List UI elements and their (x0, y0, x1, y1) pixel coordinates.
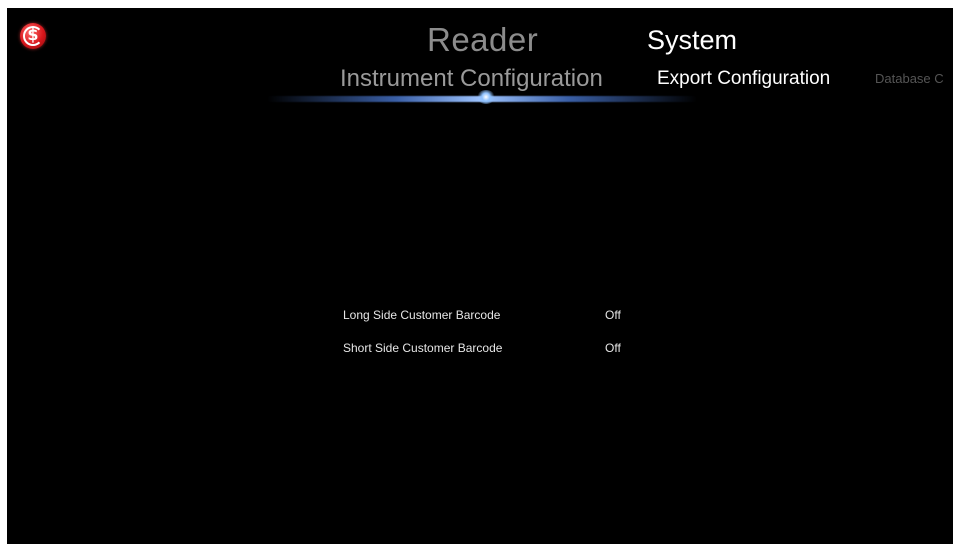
setting-value[interactable]: Off (605, 305, 621, 325)
setting-row-short-side-barcode[interactable]: Short Side Customer Barcode Off (332, 338, 632, 358)
subtab-database-configuration[interactable]: Database C (875, 62, 944, 96)
setting-row-long-side-barcode[interactable]: Long Side Customer Barcode Off (332, 305, 632, 325)
app-logo-icon: $ (20, 23, 46, 49)
app-screen: $ Reader System Instrument Configuration… (7, 8, 953, 544)
subtab-export-configuration[interactable]: Export Configuration (657, 62, 830, 96)
setting-value[interactable]: Off (605, 338, 621, 358)
setting-label: Short Side Customer Barcode (343, 341, 503, 355)
tab-system[interactable]: System (647, 20, 737, 60)
subtab-instrument-configuration[interactable]: Instrument Configuration (340, 62, 603, 96)
tab-indicator-marker (477, 90, 495, 104)
setting-label: Long Side Customer Barcode (343, 308, 501, 322)
tab-reader[interactable]: Reader (427, 20, 538, 60)
